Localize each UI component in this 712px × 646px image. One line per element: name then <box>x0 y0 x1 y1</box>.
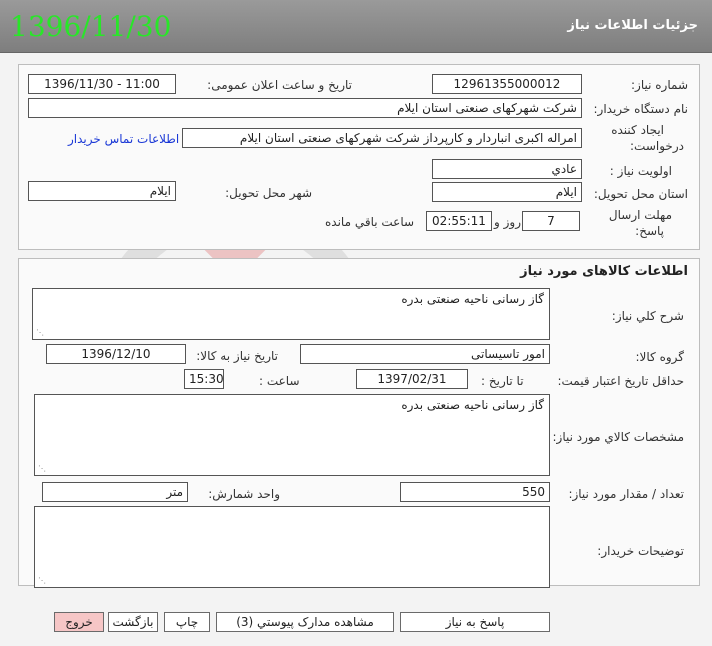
exit-button[interactable]: خروج <box>54 612 104 632</box>
goods-section-title: اطلاعات کالاهای مورد نیاز <box>520 264 688 279</box>
goods-group-label: گروه کالا: <box>635 350 685 364</box>
general-desc-textarea[interactable]: گاز رسانی ناحیه صنعتی بدره ⋰ <box>32 288 550 340</box>
need-date-label: تاریخ نیاز به کالا: <box>196 349 278 363</box>
time-remaining-field[interactable]: 02:55:11 <box>426 211 492 231</box>
resize-grip-icon[interactable]: ⋰ <box>38 577 46 585</box>
validity-hour-label: ساعت : <box>259 374 300 388</box>
deadline-label-line2: پاسخ: <box>635 224 664 238</box>
to-date-label: تا تاریخ : <box>481 374 524 388</box>
back-button[interactable]: بازگشت <box>108 612 158 632</box>
to-date-field[interactable]: 1397/02/31 <box>356 369 468 389</box>
days-remaining-field[interactable]: 7 <box>522 211 580 231</box>
unit-label: واحد شمارش: <box>208 487 280 501</box>
delivery-city-field[interactable]: ایلام <box>28 181 176 201</box>
price-validity-label: حداقل تاریخ اعتبار قیمت: <box>557 374 684 388</box>
goods-spec-text: گاز رسانی ناحیه صنعتی بدره <box>401 398 544 412</box>
page-title: جزئیات اطلاعات نیاز <box>567 18 698 33</box>
general-desc-text: گاز رسانی ناحیه صنعتی بدره <box>401 292 544 306</box>
announce-datetime-field[interactable]: 1396/11/30 - 11:00 <box>28 74 176 94</box>
buyer-org-field[interactable]: شرکت شهرکهای صنعتی استان ایلام <box>28 98 582 118</box>
buyer-contact-link[interactable]: اطلاعات تماس خریدار <box>68 132 179 146</box>
creator-label-line2: درخواست: <box>630 139 684 153</box>
goods-group-field[interactable]: امور تاسیساتی <box>300 344 550 364</box>
creator-label-line1: ایجاد کننده <box>611 123 664 137</box>
announce-datetime-label: تاریخ و ساعت اعلان عمومی: <box>207 78 352 92</box>
priority-label: اولویت نیاز : <box>609 164 672 178</box>
creator-field[interactable]: امراله اکبری انباردار و کارپرداز شرکت شه… <box>182 128 582 148</box>
resize-grip-icon[interactable]: ⋰ <box>38 465 46 473</box>
need-number-field[interactable]: 12961355000012 <box>432 74 582 94</box>
delivery-province-label: استان محل تحویل: <box>593 187 688 201</box>
buyer-org-label: نام دستگاه خریدار: <box>593 102 689 116</box>
need-date-field[interactable]: 1396/12/10 <box>46 344 186 364</box>
quantity-field[interactable]: 550 <box>400 482 550 502</box>
buyer-notes-label: توضیحات خریدار: <box>597 544 684 558</box>
delivery-city-label: شهر محل تحویل: <box>225 186 312 200</box>
goods-spec-label: مشخصات کالاي مورد نیاز: <box>552 430 684 444</box>
remaining-hours-label: ساعت باقي مانده <box>325 215 415 229</box>
goods-spec-textarea[interactable]: گاز رسانی ناحیه صنعتی بدره ⋰ <box>34 394 550 476</box>
days-suffix-label: روز و <box>494 215 521 229</box>
validity-hour-field[interactable]: 15:30 <box>184 369 224 389</box>
general-desc-label: شرح کلي نیاز: <box>611 309 684 323</box>
reply-to-need-button[interactable]: پاسخ به نیاز <box>400 612 550 632</box>
view-attachments-button[interactable]: مشاهده مدارک پیوستي (3) <box>216 612 394 632</box>
quantity-label: تعداد / مقدار مورد نیاز: <box>568 487 684 501</box>
resize-grip-icon[interactable]: ⋰ <box>36 329 44 337</box>
priority-field[interactable]: عادي <box>432 159 582 179</box>
unit-field[interactable]: متر <box>42 482 188 502</box>
buyer-notes-textarea[interactable]: ⋰ <box>34 506 550 588</box>
delivery-province-field[interactable]: ایلام <box>432 182 582 202</box>
header-date: 1396/11/30 <box>10 10 172 43</box>
need-number-label: شماره نیاز: <box>631 78 688 92</box>
print-button[interactable]: چاپ <box>164 612 210 632</box>
deadline-label-line1: مهلت ارسال <box>608 208 672 222</box>
